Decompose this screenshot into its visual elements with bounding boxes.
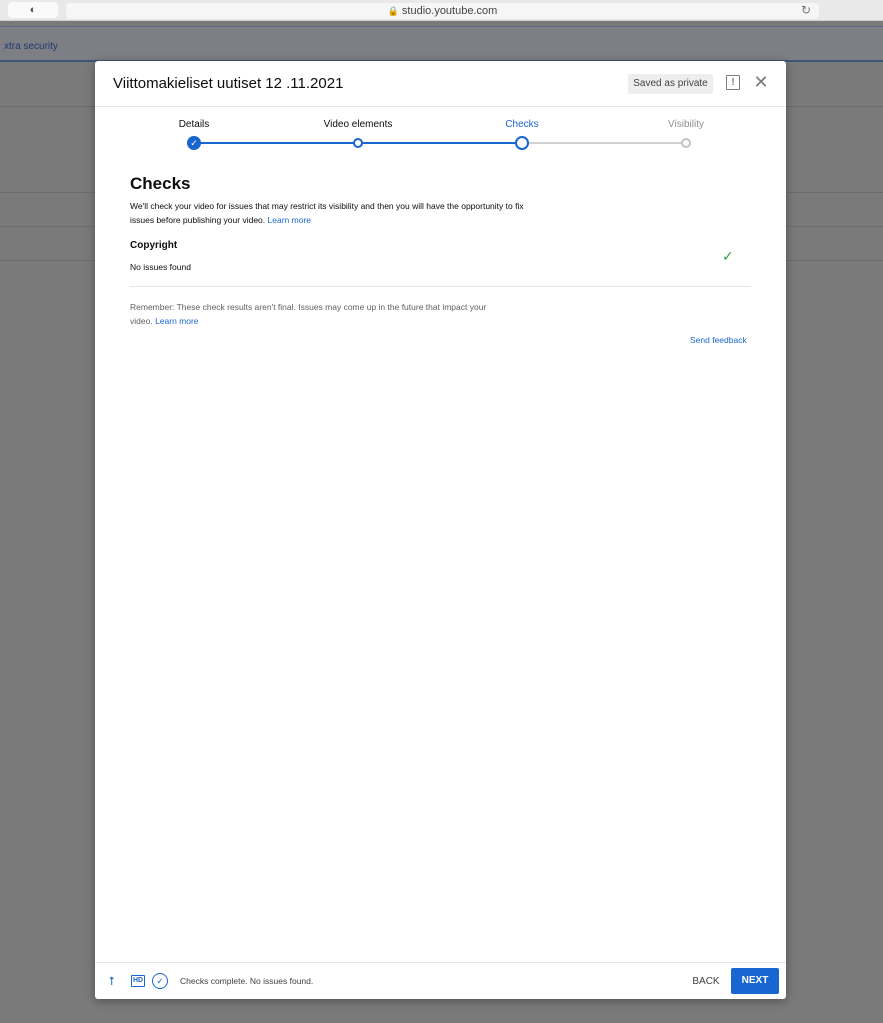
hd-icon[interactable]: HD [131, 975, 145, 987]
step-visibility-label[interactable]: Visibility [668, 119, 704, 130]
stepper-remaining-line [522, 142, 686, 144]
next-button[interactable]: NEXT [731, 968, 779, 994]
lock-icon: 🔒 [387, 6, 399, 16]
browser-toolbar: ◐ 🔒 studio.youtube.com [0, 0, 883, 21]
url-text: studio.youtube.com [401, 5, 498, 17]
footer-status-text: Checks complete. No issues found. [180, 976, 314, 986]
dialog-header: Viittomakieliset uutiset 12 .11.2021 Sav… [95, 61, 786, 107]
reload-icon[interactable]: ↻ [801, 2, 811, 18]
step-checks-dot[interactable] [515, 136, 529, 150]
background-banner-text: xtra security [4, 41, 58, 52]
step-details-label[interactable]: Details [179, 119, 210, 130]
copyright-status: No issues found [130, 262, 191, 272]
divider [130, 286, 751, 287]
upload-dialog: Viittomakieliset uutiset 12 .11.2021 Sav… [95, 61, 786, 999]
report-icon[interactable]: ! [726, 75, 740, 90]
upload-icon[interactable]: ⭡ [109, 974, 115, 988]
progress-stepper: Details Video elements Checks Visibility… [95, 109, 786, 159]
url-bar[interactable]: 🔒 studio.youtube.com [66, 3, 819, 19]
back-button[interactable]: BACK [685, 972, 727, 992]
saved-status-chip: Saved as private [628, 74, 713, 94]
shield-icon[interactable]: ◐ [8, 2, 58, 18]
intro-text-body: We'll check your video for issues that m… [130, 201, 524, 225]
note-learn-more-link[interactable]: Learn more [155, 316, 198, 326]
send-feedback-link[interactable]: Send feedback [690, 335, 747, 345]
step-visibility-dot[interactable] [681, 138, 691, 148]
step-checks-label[interactable]: Checks [505, 119, 538, 130]
dialog-title: Viittomakieliset uutiset 12 .11.2021 [113, 75, 344, 92]
step-video-elements-dot[interactable] [353, 138, 363, 148]
background-banner: xtra security [0, 26, 883, 62]
learn-more-link[interactable]: Learn more [268, 215, 311, 225]
intro-text: We'll check your video for issues that m… [130, 199, 530, 227]
checkmark-icon: ✓ [722, 248, 734, 264]
step-video-elements-label[interactable]: Video elements [324, 119, 393, 130]
copyright-title: Copyright [130, 240, 178, 251]
check-circle-icon[interactable]: ✓ [152, 973, 168, 989]
note-text: Remember: These check results aren't fin… [130, 300, 510, 328]
section-title: Checks [130, 174, 191, 193]
dialog-footer: ⭡ HD ✓ Checks complete. No issues found.… [95, 962, 786, 999]
close-icon[interactable]: ✕ [751, 72, 771, 92]
step-details-check-icon[interactable]: ✓ [187, 136, 201, 150]
